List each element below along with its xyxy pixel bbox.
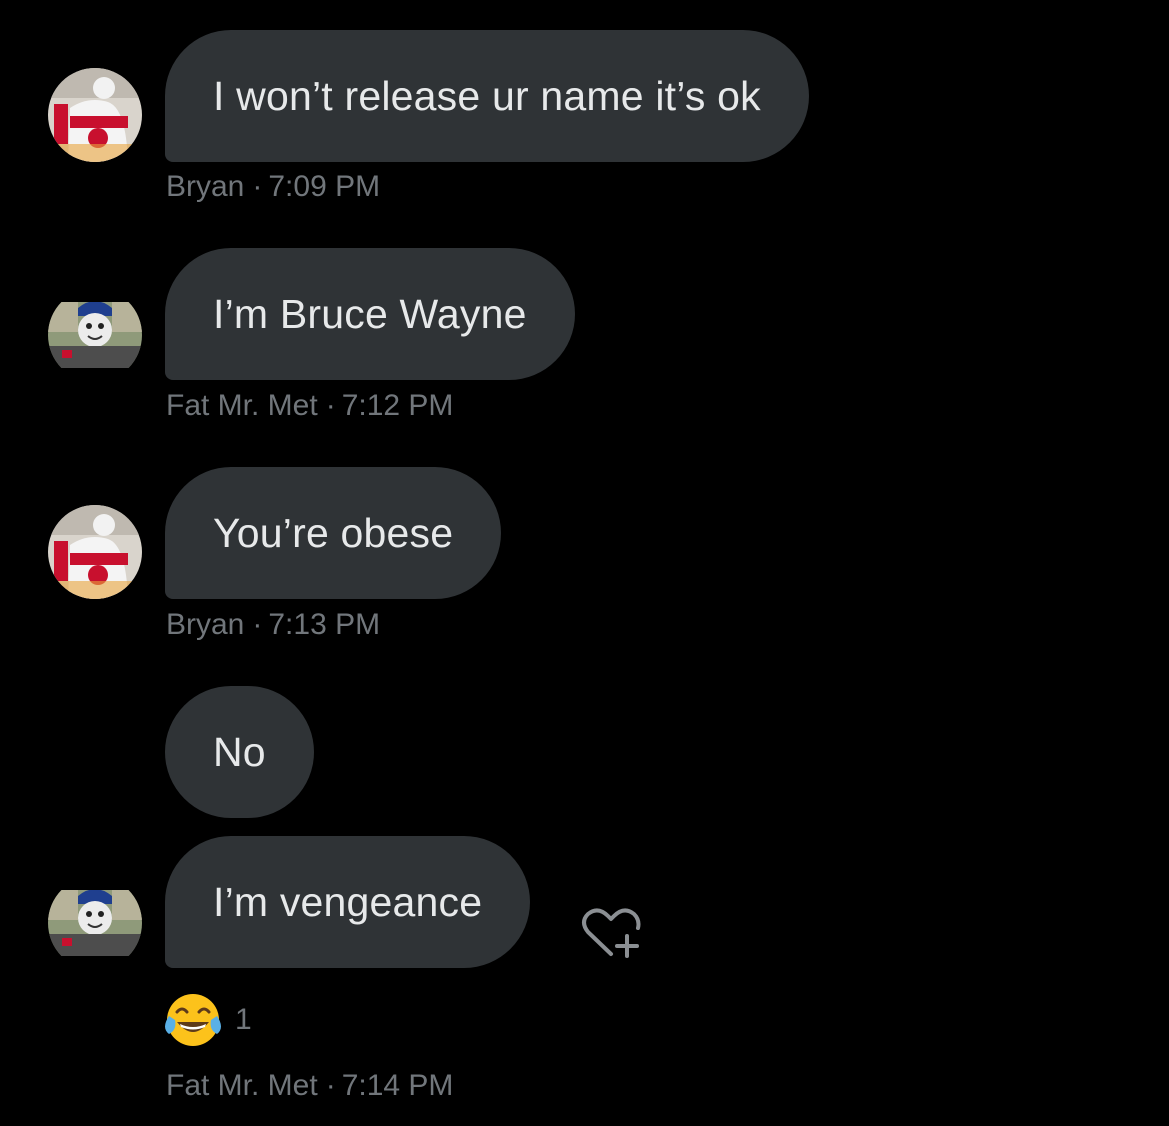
sender-name: Bryan	[166, 608, 245, 641]
message-text: No	[213, 728, 266, 775]
mascot-avatar-icon	[48, 876, 142, 970]
meta-separator: ·	[325, 389, 336, 422]
avatar-fat-mr-met[interactable]	[48, 288, 142, 382]
sender-name: Bryan	[166, 170, 245, 203]
avatar-bryan[interactable]	[48, 68, 142, 162]
reaction-count: 1	[235, 1003, 252, 1036]
message-meta: Fat Mr. Met · 7:12 PM	[166, 389, 453, 423]
add-reaction-button[interactable]	[578, 904, 648, 962]
avatar-bryan[interactable]	[48, 505, 142, 599]
message-bubble[interactable]: No	[165, 686, 314, 818]
message-text: You’re obese	[213, 509, 454, 556]
sender-name: Fat Mr. Met	[166, 389, 318, 422]
message-meta: Bryan · 7:09 PM	[166, 170, 380, 204]
reaction-badge[interactable]: 1	[163, 988, 252, 1052]
hockey-player-avatar-icon	[48, 68, 142, 162]
avatar-fat-mr-met[interactable]	[48, 876, 142, 970]
message-text: I’m vengeance	[213, 878, 483, 925]
message-text: I won’t release ur name it’s ok	[213, 72, 761, 119]
message-bubble[interactable]: I’m Bruce Wayne	[165, 248, 575, 380]
meta-separator: ·	[252, 608, 263, 641]
message-bubble[interactable]: I won’t release ur name it’s ok	[165, 30, 809, 162]
message-bubble[interactable]: You’re obese	[165, 467, 502, 599]
message-text: I’m Bruce Wayne	[213, 290, 527, 337]
message-time: 7:12 PM	[341, 389, 454, 422]
sender-name: Fat Mr. Met	[166, 1069, 318, 1102]
message-meta: Fat Mr. Met · 7:14 PM	[166, 1069, 453, 1103]
mascot-avatar-icon	[48, 288, 142, 382]
message-time: 7:14 PM	[341, 1069, 454, 1102]
meta-separator: ·	[325, 1069, 336, 1102]
meta-separator: ·	[252, 170, 263, 203]
heart-plus-icon	[582, 908, 641, 958]
message-bubble[interactable]: I’m vengeance	[165, 836, 531, 968]
message-time: 7:09 PM	[268, 170, 381, 203]
message-time: 7:13 PM	[268, 608, 381, 641]
message-meta: Bryan · 7:13 PM	[166, 608, 380, 642]
hockey-player-avatar-icon	[48, 505, 142, 599]
tears-of-joy-emoji-icon	[165, 994, 221, 1046]
